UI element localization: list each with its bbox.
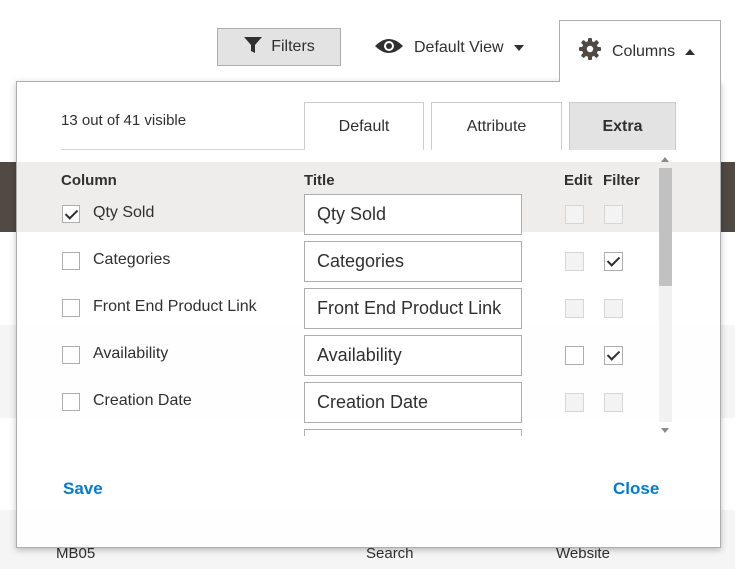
tab-label: Extra (602, 117, 643, 135)
column-label: Categories (93, 251, 171, 268)
columns-button[interactable]: Columns (559, 20, 721, 82)
filter-checkbox (604, 299, 623, 318)
edit-checkbox[interactable] (565, 346, 584, 365)
tab-extra[interactable]: Extra (569, 102, 676, 150)
view-label: Default View (414, 39, 504, 56)
chevron-up-icon (685, 48, 696, 55)
visible-checkbox[interactable] (62, 252, 80, 270)
column-label: Qty Sold (93, 204, 155, 221)
column-row: Availability (61, 333, 656, 380)
columns-label: Columns (612, 42, 676, 60)
filter-checkbox[interactable] (604, 346, 623, 365)
visible-checkbox[interactable] (62, 205, 80, 223)
tab-default[interactable]: Default (304, 102, 424, 150)
filter-checkbox (604, 205, 623, 224)
column-header-title: Title (304, 172, 335, 189)
gear-icon (578, 37, 602, 66)
scroll-up-arrow-icon[interactable] (661, 157, 669, 162)
column-row (61, 427, 656, 436)
view-switcher[interactable]: Default View (374, 28, 524, 68)
column-row: Creation Date (61, 380, 656, 427)
chevron-down-icon (513, 45, 524, 51)
column-title-input[interactable] (304, 429, 522, 436)
panel-header: 13 out of 41 visible Default Attribute E… (17, 82, 720, 162)
edit-checkbox (565, 252, 584, 271)
tab-attribute[interactable]: Attribute (431, 102, 562, 150)
filter-checkbox[interactable] (604, 252, 623, 271)
column-row: Front End Product Link (61, 286, 656, 333)
column-title-input[interactable] (304, 335, 522, 376)
visible-checkbox[interactable] (62, 393, 80, 411)
visible-checkbox[interactable] (62, 299, 80, 317)
column-title-input[interactable] (304, 194, 522, 235)
scrollbar-thumb[interactable] (659, 168, 672, 286)
close-button[interactable]: Close (613, 479, 659, 499)
column-list-scrollbar[interactable] (657, 154, 674, 436)
column-label: Creation Date (93, 392, 192, 409)
edit-checkbox (565, 393, 584, 412)
funnel-icon (243, 36, 263, 59)
columns-panel: 13 out of 41 visible Default Attribute E… (16, 81, 721, 548)
tab-label: Attribute (466, 117, 527, 135)
column-title-input[interactable] (304, 288, 522, 329)
visible-checkbox[interactable] (62, 346, 80, 364)
filters-button[interactable]: Filters (217, 28, 341, 66)
eye-icon (374, 37, 404, 60)
filters-label: Filters (271, 38, 315, 55)
scroll-down-arrow-icon[interactable] (661, 428, 669, 433)
column-header-column: Column (61, 172, 117, 189)
column-header-filter: Filter (603, 172, 640, 189)
column-row: Categories (61, 239, 656, 286)
filter-checkbox (604, 393, 623, 412)
column-row: Qty Sold (61, 192, 656, 239)
column-label: Front End Product Link (93, 298, 257, 315)
edit-checkbox (565, 299, 584, 318)
save-button[interactable]: Save (63, 479, 103, 499)
column-header-edit: Edit (564, 172, 593, 189)
column-title-input[interactable] (304, 241, 522, 282)
edit-checkbox (565, 205, 584, 224)
divider (61, 149, 319, 150)
column-title-input[interactable] (304, 382, 522, 423)
visible-count: 13 out of 41 visible (61, 112, 187, 129)
tab-label: Default (338, 117, 390, 135)
column-label: Availability (93, 345, 169, 362)
column-list: Qty Sold Categories Front End Product Li… (61, 192, 656, 436)
